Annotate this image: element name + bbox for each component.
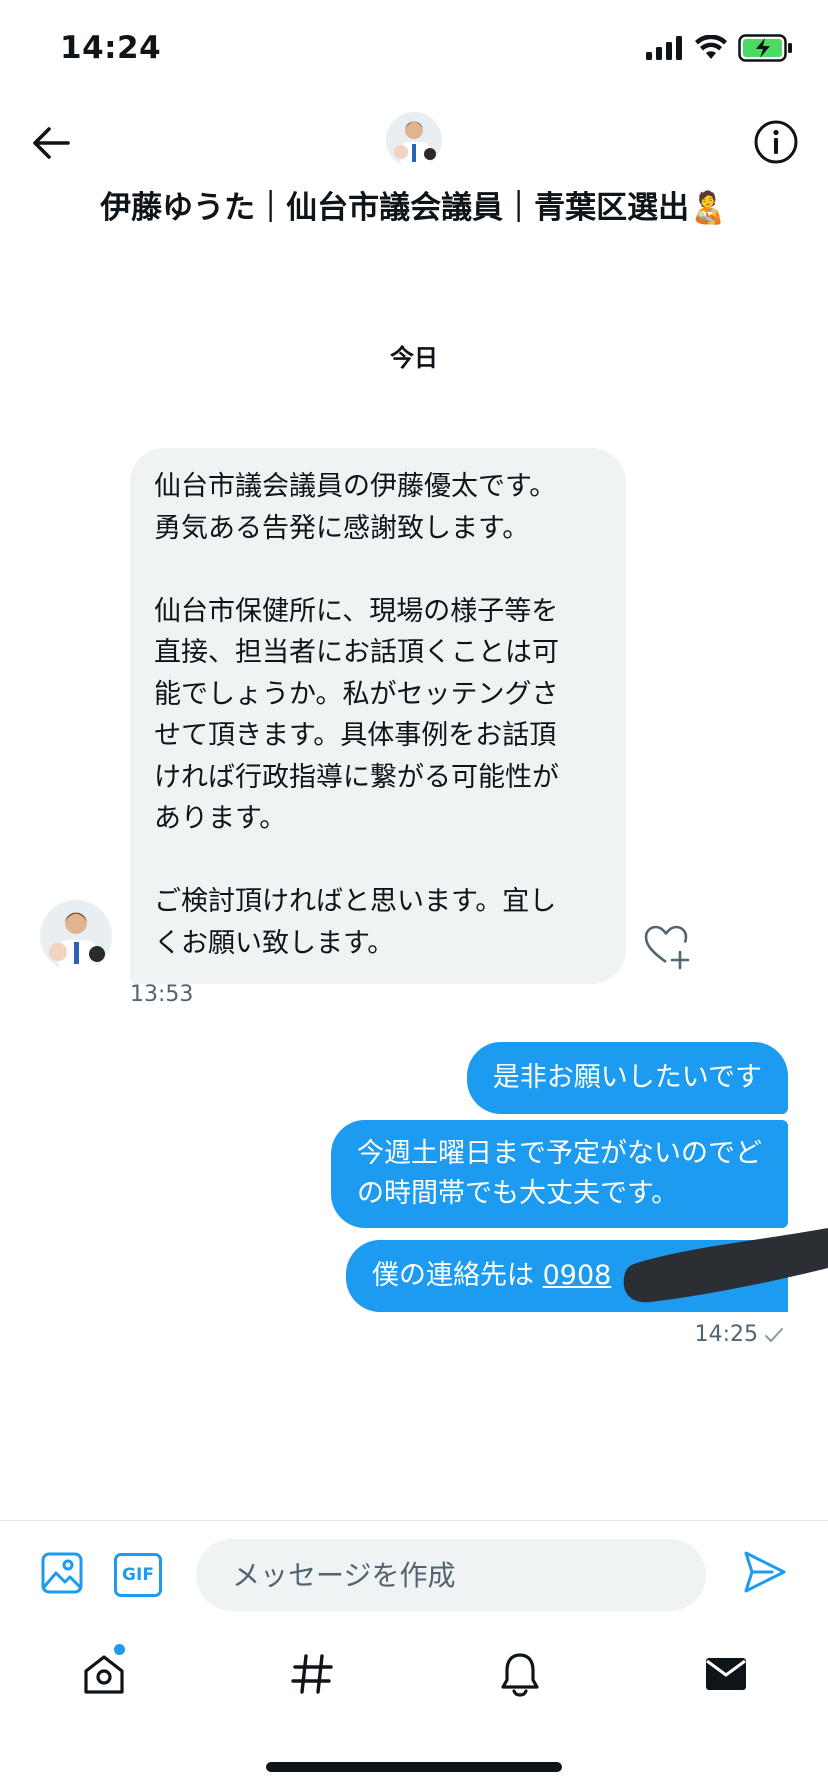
conversation-info-button[interactable] <box>748 114 804 170</box>
image-icon <box>41 1552 83 1594</box>
sent-check-icon <box>765 1327 783 1342</box>
back-button[interactable] <box>24 116 78 170</box>
add-gif-button[interactable]: GIF <box>114 1553 162 1597</box>
header-avatar[interactable] <box>386 112 442 168</box>
react-heart-button[interactable] <box>642 922 692 972</box>
arrow-left-icon <box>33 127 70 159</box>
home-indicator <box>266 1762 562 1772</box>
conversation-header: 伊藤ゆうた｜仙台市議会議員｜青葉区選出🧑‍🍼 <box>0 96 828 246</box>
phone-number-link[interactable]: 0908 <box>543 1260 612 1291</box>
heart-plus-icon <box>644 925 690 970</box>
send-icon <box>744 1551 786 1593</box>
send-button[interactable] <box>742 1549 796 1603</box>
message-line: くお願い致します。 <box>154 927 395 959</box>
home-icon <box>84 1655 124 1694</box>
wifi-icon <box>695 35 727 59</box>
message-line: 仙台市議会議員の伊藤優太です。 <box>154 471 557 502</box>
message-line: 今週土曜日まで予定がないのでど <box>357 1138 762 1169</box>
incoming-timestamp: 13:53 <box>130 982 194 1007</box>
message-line: 仙台市保健所に、現場の様子等を <box>154 595 559 627</box>
message-text: 僕の連絡先は <box>372 1260 534 1291</box>
contact-name[interactable]: 伊藤ゆうた｜仙台市議会議員｜青葉区選出🧑‍🍼 <box>0 182 828 227</box>
message-line: の時間帯でも大丈夫です。 <box>357 1178 679 1209</box>
new-content-dot <box>114 1644 125 1655</box>
hashtag-icon <box>291 1654 333 1694</box>
bell-icon <box>501 1653 539 1697</box>
message-line: ご検討頂ければと思います。宜し <box>154 886 557 917</box>
envelope-icon <box>706 1658 746 1690</box>
battery-charging-icon <box>738 34 792 62</box>
outgoing-message-bubble[interactable]: 今週土曜日まで予定がないのでど の時間帯でも大丈夫です。 <box>331 1120 788 1228</box>
outgoing-message-bubble[interactable]: 是非お願いしたいです <box>466 1042 788 1114</box>
message-line: あります。 <box>154 803 287 834</box>
message-composer: GIF <box>0 1520 828 1626</box>
message-line: ければ行政指導に繋がる可能性が <box>154 761 559 793</box>
status-time: 14:24 <box>60 30 162 66</box>
message-line: 直接、担当者にお話頂くことは可 <box>154 637 559 668</box>
add-image-button[interactable] <box>40 1551 90 1601</box>
bottom-tab-bar <box>0 1626 828 1722</box>
tab-notifications[interactable] <box>492 1646 548 1702</box>
message-line <box>154 840 602 882</box>
message-input[interactable] <box>196 1539 706 1611</box>
outgoing-timestamp: 14:25 <box>695 1322 784 1347</box>
tab-home[interactable] <box>76 1646 132 1702</box>
status-bar: 14:24 <box>0 0 828 96</box>
message-line: せて頂きます。具体事例をお話頂 <box>154 720 557 751</box>
message-line: 勇気ある告発に感謝致します。 <box>154 512 530 544</box>
status-icons <box>646 34 794 62</box>
message-line: 能でしょうか。私がセッテングさ <box>154 678 559 710</box>
info-icon <box>754 120 798 164</box>
cellular-signal-icon <box>646 36 682 60</box>
tab-messages[interactable] <box>698 1646 754 1702</box>
sender-avatar[interactable] <box>40 900 112 972</box>
outgoing-time-text: 14:25 <box>694 1322 758 1347</box>
incoming-message-bubble[interactable]: 仙台市議会議員の伊藤優太です。 勇気ある告発に感謝致します。 仙台市保健所に、現… <box>130 448 626 984</box>
date-divider: 今日 <box>390 344 438 372</box>
message-line <box>154 549 602 591</box>
redaction-mark <box>622 1226 828 1304</box>
tab-explore[interactable] <box>284 1646 340 1702</box>
